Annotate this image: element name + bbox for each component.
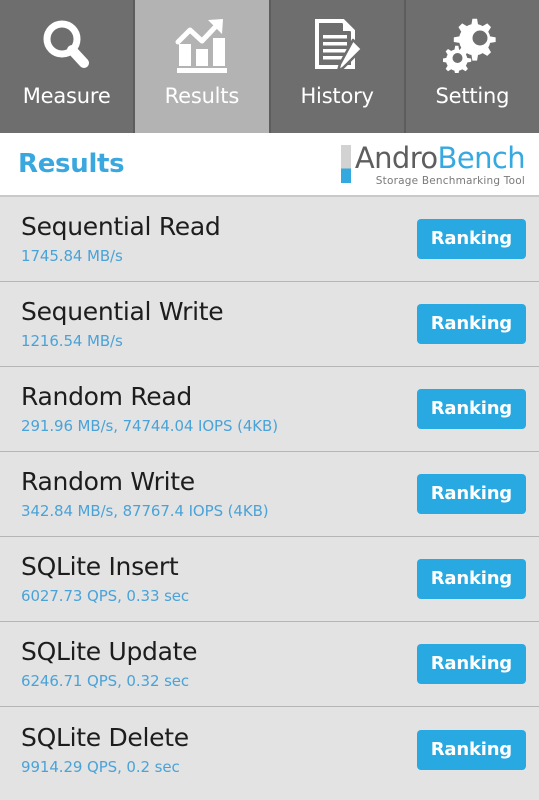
tab-setting[interactable]: Setting <box>405 0 539 133</box>
row-texts: Random Write 342.84 MB/s, 87767.4 IOPS (… <box>21 467 269 521</box>
ranking-button[interactable]: Ranking <box>416 219 526 259</box>
table-row[interactable]: SQLite Delete 9914.29 QPS, 0.2 sec Ranki… <box>0 707 539 792</box>
ranking-button[interactable]: Ranking <box>416 304 526 344</box>
row-texts: SQLite Delete 9914.29 QPS, 0.2 sec <box>21 723 189 777</box>
result-name: Sequential Write <box>21 297 224 326</box>
table-row[interactable]: Random Read 291.96 MB/s, 74744.04 IOPS (… <box>0 367 539 452</box>
tab-results-label: Results <box>164 84 240 108</box>
tab-history[interactable]: History <box>270 0 406 133</box>
magnifier-icon <box>32 14 102 76</box>
tab-results[interactable]: Results <box>135 0 271 133</box>
page-title: Results <box>18 149 125 179</box>
table-row[interactable]: SQLite Insert 6027.73 QPS, 0.33 sec Rank… <box>0 537 539 622</box>
table-row[interactable]: Sequential Write 1216.54 MB/s Ranking <box>0 282 539 367</box>
results-list: Sequential Read 1745.84 MB/s Ranking Seq… <box>0 197 539 792</box>
result-name: SQLite Insert <box>21 552 179 581</box>
row-texts: Sequential Write 1216.54 MB/s <box>21 297 224 351</box>
logo-wordmark: AndroBench <box>354 140 526 175</box>
ranking-button[interactable]: Ranking <box>416 729 526 770</box>
result-value: 6027.73 QPS, 0.33 sec <box>21 587 190 605</box>
row-texts: Random Read 291.96 MB/s, 74744.04 IOPS (… <box>21 382 278 436</box>
result-name: SQLite Update <box>21 637 198 666</box>
result-value: 1216.54 MB/s <box>21 332 123 350</box>
logo-secondary-text: Bench <box>437 140 526 175</box>
result-name: Random Write <box>21 467 195 496</box>
ranking-button[interactable]: Ranking <box>416 559 526 599</box>
row-texts: SQLite Insert 6027.73 QPS, 0.33 sec <box>21 552 189 606</box>
logo-subtitle: Storage Benchmarking Tool <box>375 174 525 187</box>
result-value: 6246.71 QPS, 0.32 sec <box>21 672 190 690</box>
gears-icon <box>437 14 507 76</box>
table-row[interactable]: Random Write 342.84 MB/s, 87767.4 IOPS (… <box>0 452 539 537</box>
table-row[interactable]: SQLite Update 6246.71 QPS, 0.32 sec Rank… <box>0 622 539 707</box>
row-texts: Sequential Read 1745.84 MB/s <box>21 212 221 266</box>
tab-setting-label: Setting <box>435 84 510 108</box>
result-name: Sequential Read <box>21 212 221 241</box>
main-tab-bar: Measure Results History Setting <box>0 0 539 133</box>
result-name: Random Read <box>21 382 192 411</box>
tab-measure[interactable]: Measure <box>0 0 136 133</box>
tab-measure-label: Measure <box>22 84 111 108</box>
result-name: SQLite Delete <box>21 722 189 752</box>
result-value: 342.84 MB/s, 87767.4 IOPS (4KB) <box>21 502 269 520</box>
table-row[interactable]: Sequential Read 1745.84 MB/s Ranking <box>0 197 539 282</box>
ranking-button[interactable]: Ranking <box>416 474 526 514</box>
tab-history-label: History <box>300 84 374 108</box>
logo-primary-text: Andro <box>354 140 438 175</box>
result-value: 9914.29 QPS, 0.2 sec <box>21 757 180 776</box>
ranking-button[interactable]: Ranking <box>416 644 526 684</box>
document-pencil-icon <box>302 14 372 76</box>
ranking-button[interactable]: Ranking <box>416 389 526 429</box>
logo-bar-icon <box>340 144 351 183</box>
result-value: 1745.84 MB/s <box>21 247 123 265</box>
androbench-logo: AndroBench Storage Benchmarking Tool <box>340 140 526 187</box>
bar-chart-icon <box>167 14 237 76</box>
result-value: 291.96 MB/s, 74744.04 IOPS (4KB) <box>21 417 278 435</box>
row-texts: SQLite Update 6246.71 QPS, 0.32 sec <box>21 637 198 691</box>
page-header: Results AndroBench Storage Benchmarking … <box>0 133 539 197</box>
logo-text: AndroBench Storage Benchmarking Tool <box>354 140 526 187</box>
